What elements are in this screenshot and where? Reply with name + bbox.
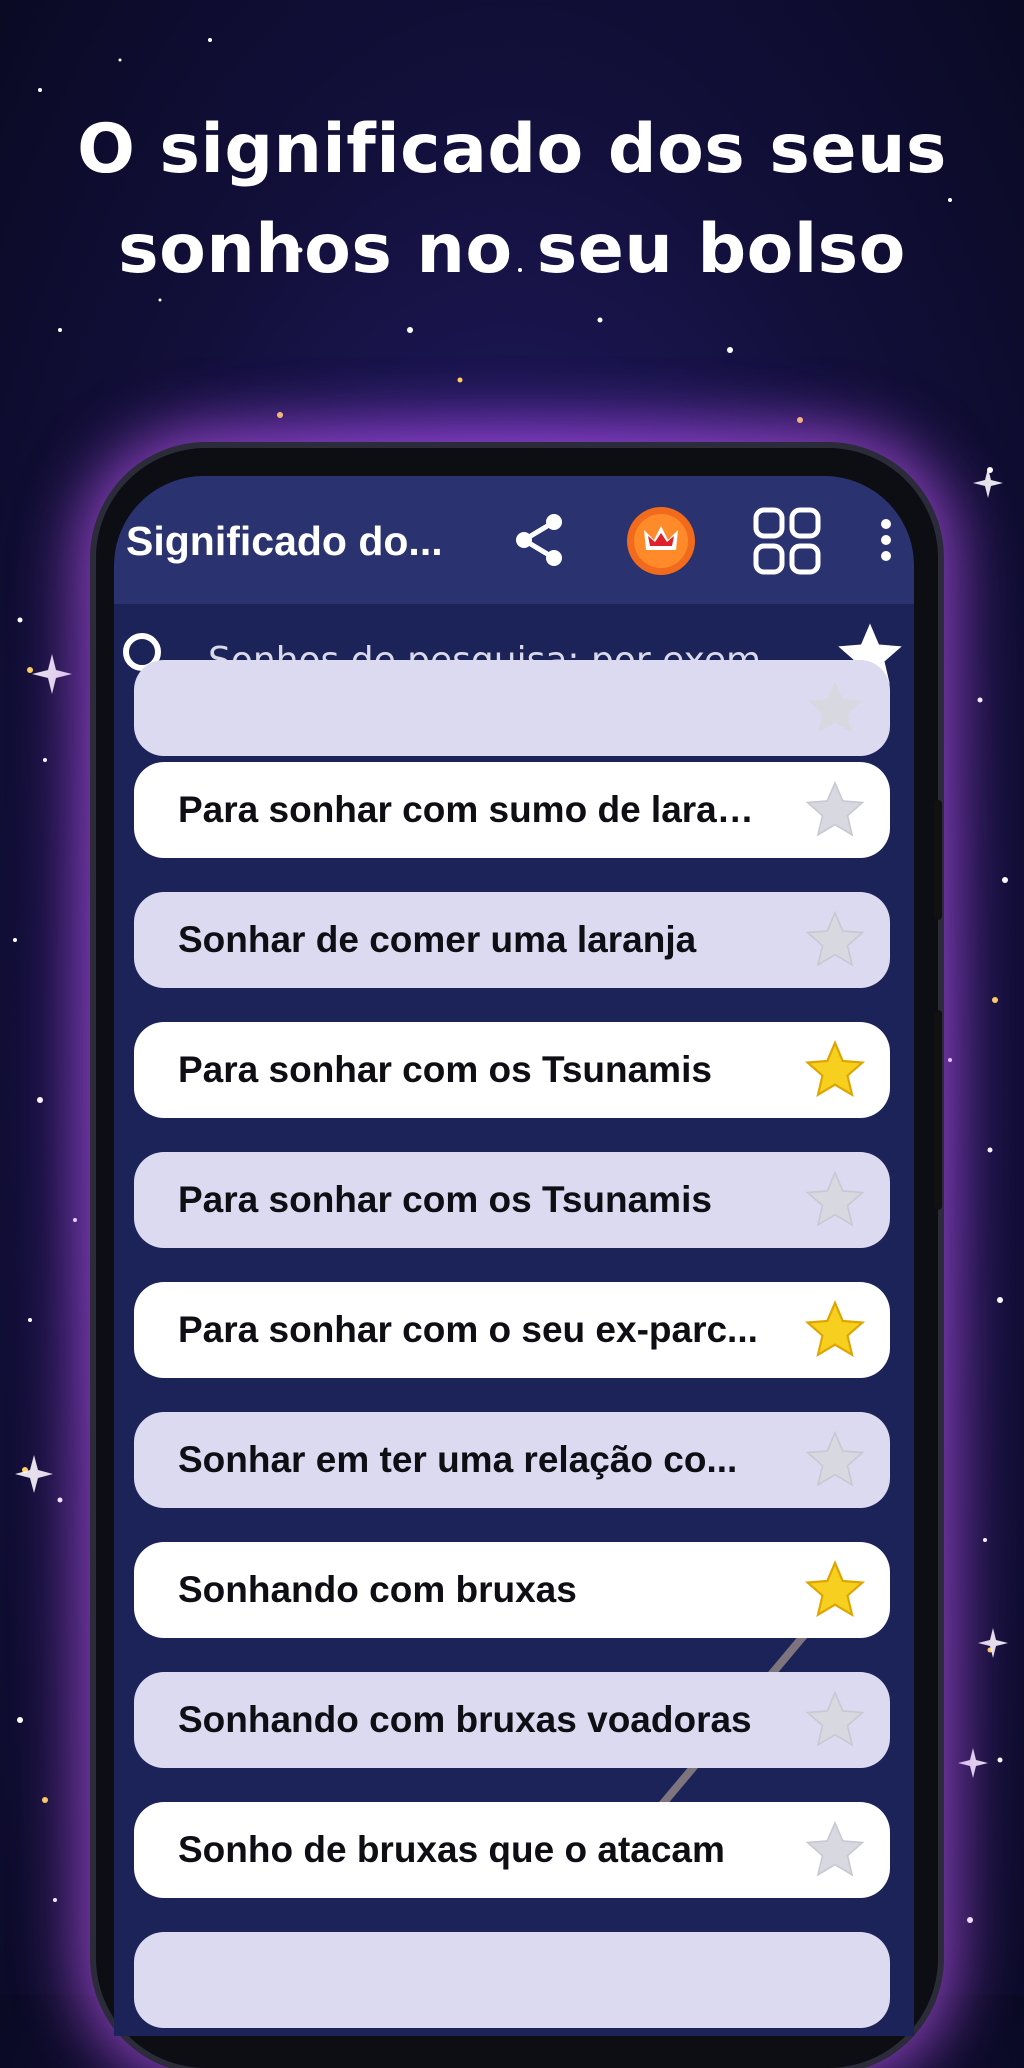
crown-premium-icon[interactable] (626, 506, 696, 576)
dream-label: Sonho de bruxas que o atacam (178, 1829, 725, 1870)
list-item[interactable]: Sonho de bruxas que o atacam (134, 1802, 890, 1898)
app-bar: Significado do... (114, 476, 914, 604)
dream-label: Sonhando com bruxas (178, 1569, 577, 1610)
favorite-star-icon[interactable] (802, 1168, 868, 1232)
dream-label: Sonhar de comer uma laranja (178, 919, 697, 960)
favorite-star-icon[interactable] (802, 1558, 868, 1622)
list-item[interactable]: Para sonhar com o seu ex-parc... (134, 1282, 890, 1378)
headline-line2: sonhos no seu bolso (118, 210, 906, 289)
grid-apps-icon[interactable] (752, 506, 822, 576)
list-item[interactable]: Para sonhar com sumo de laranja (134, 762, 890, 858)
list-item[interactable]: Sonhar de comer uma laranja (134, 892, 890, 988)
headline-line1: O significado dos seus (77, 110, 947, 189)
favorite-star-icon[interactable] (802, 1428, 868, 1492)
favorite-star-icon[interactable] (802, 1298, 868, 1362)
dream-label: Para sonhar com os Tsunamis (178, 1049, 712, 1090)
favorite-star-icon[interactable] (802, 1688, 868, 1752)
list-item[interactable]: Sonhando com bruxas voadoras (134, 1672, 890, 1768)
list-item-partial[interactable] (134, 1932, 890, 2028)
list-item[interactable]: Sonhar em ter uma relação co... (134, 1412, 890, 1508)
dream-label: Para sonhar com os Tsunamis (178, 1179, 712, 1220)
dream-label: Sonhar em ter uma relação co... (178, 1439, 738, 1480)
favorite-star-icon[interactable] (802, 1038, 868, 1102)
list-item[interactable]: Para sonhar com os Tsunamis (134, 1022, 890, 1118)
favorite-star-icon[interactable] (802, 908, 868, 972)
list-item[interactable]: Sonhando com bruxas (134, 1542, 890, 1638)
dream-label: Sonhando com bruxas voadoras (178, 1699, 752, 1740)
headline: O significado dos seus sonhos no seu bol… (0, 100, 1024, 300)
list-item[interactable] (134, 660, 890, 756)
dream-label (178, 660, 768, 756)
app-screen: Significado do... Sonhos de pesquisa: po… (114, 476, 914, 2036)
favorite-star-icon[interactable] (802, 676, 868, 740)
dream-label: Para sonhar com sumo de laranja (178, 789, 768, 830)
more-vert-icon[interactable] (876, 516, 896, 566)
phone-side-button (934, 800, 942, 920)
favorite-star-icon[interactable] (802, 1818, 868, 1882)
share-icon[interactable] (510, 510, 570, 570)
list-item[interactable]: Para sonhar com os Tsunamis (134, 1152, 890, 1248)
favorite-star-icon[interactable] (802, 778, 868, 842)
app-title: Significado do... (126, 518, 443, 564)
phone-volume-button (934, 1010, 942, 1210)
dream-label: Para sonhar com o seu ex-parc... (178, 1309, 758, 1350)
